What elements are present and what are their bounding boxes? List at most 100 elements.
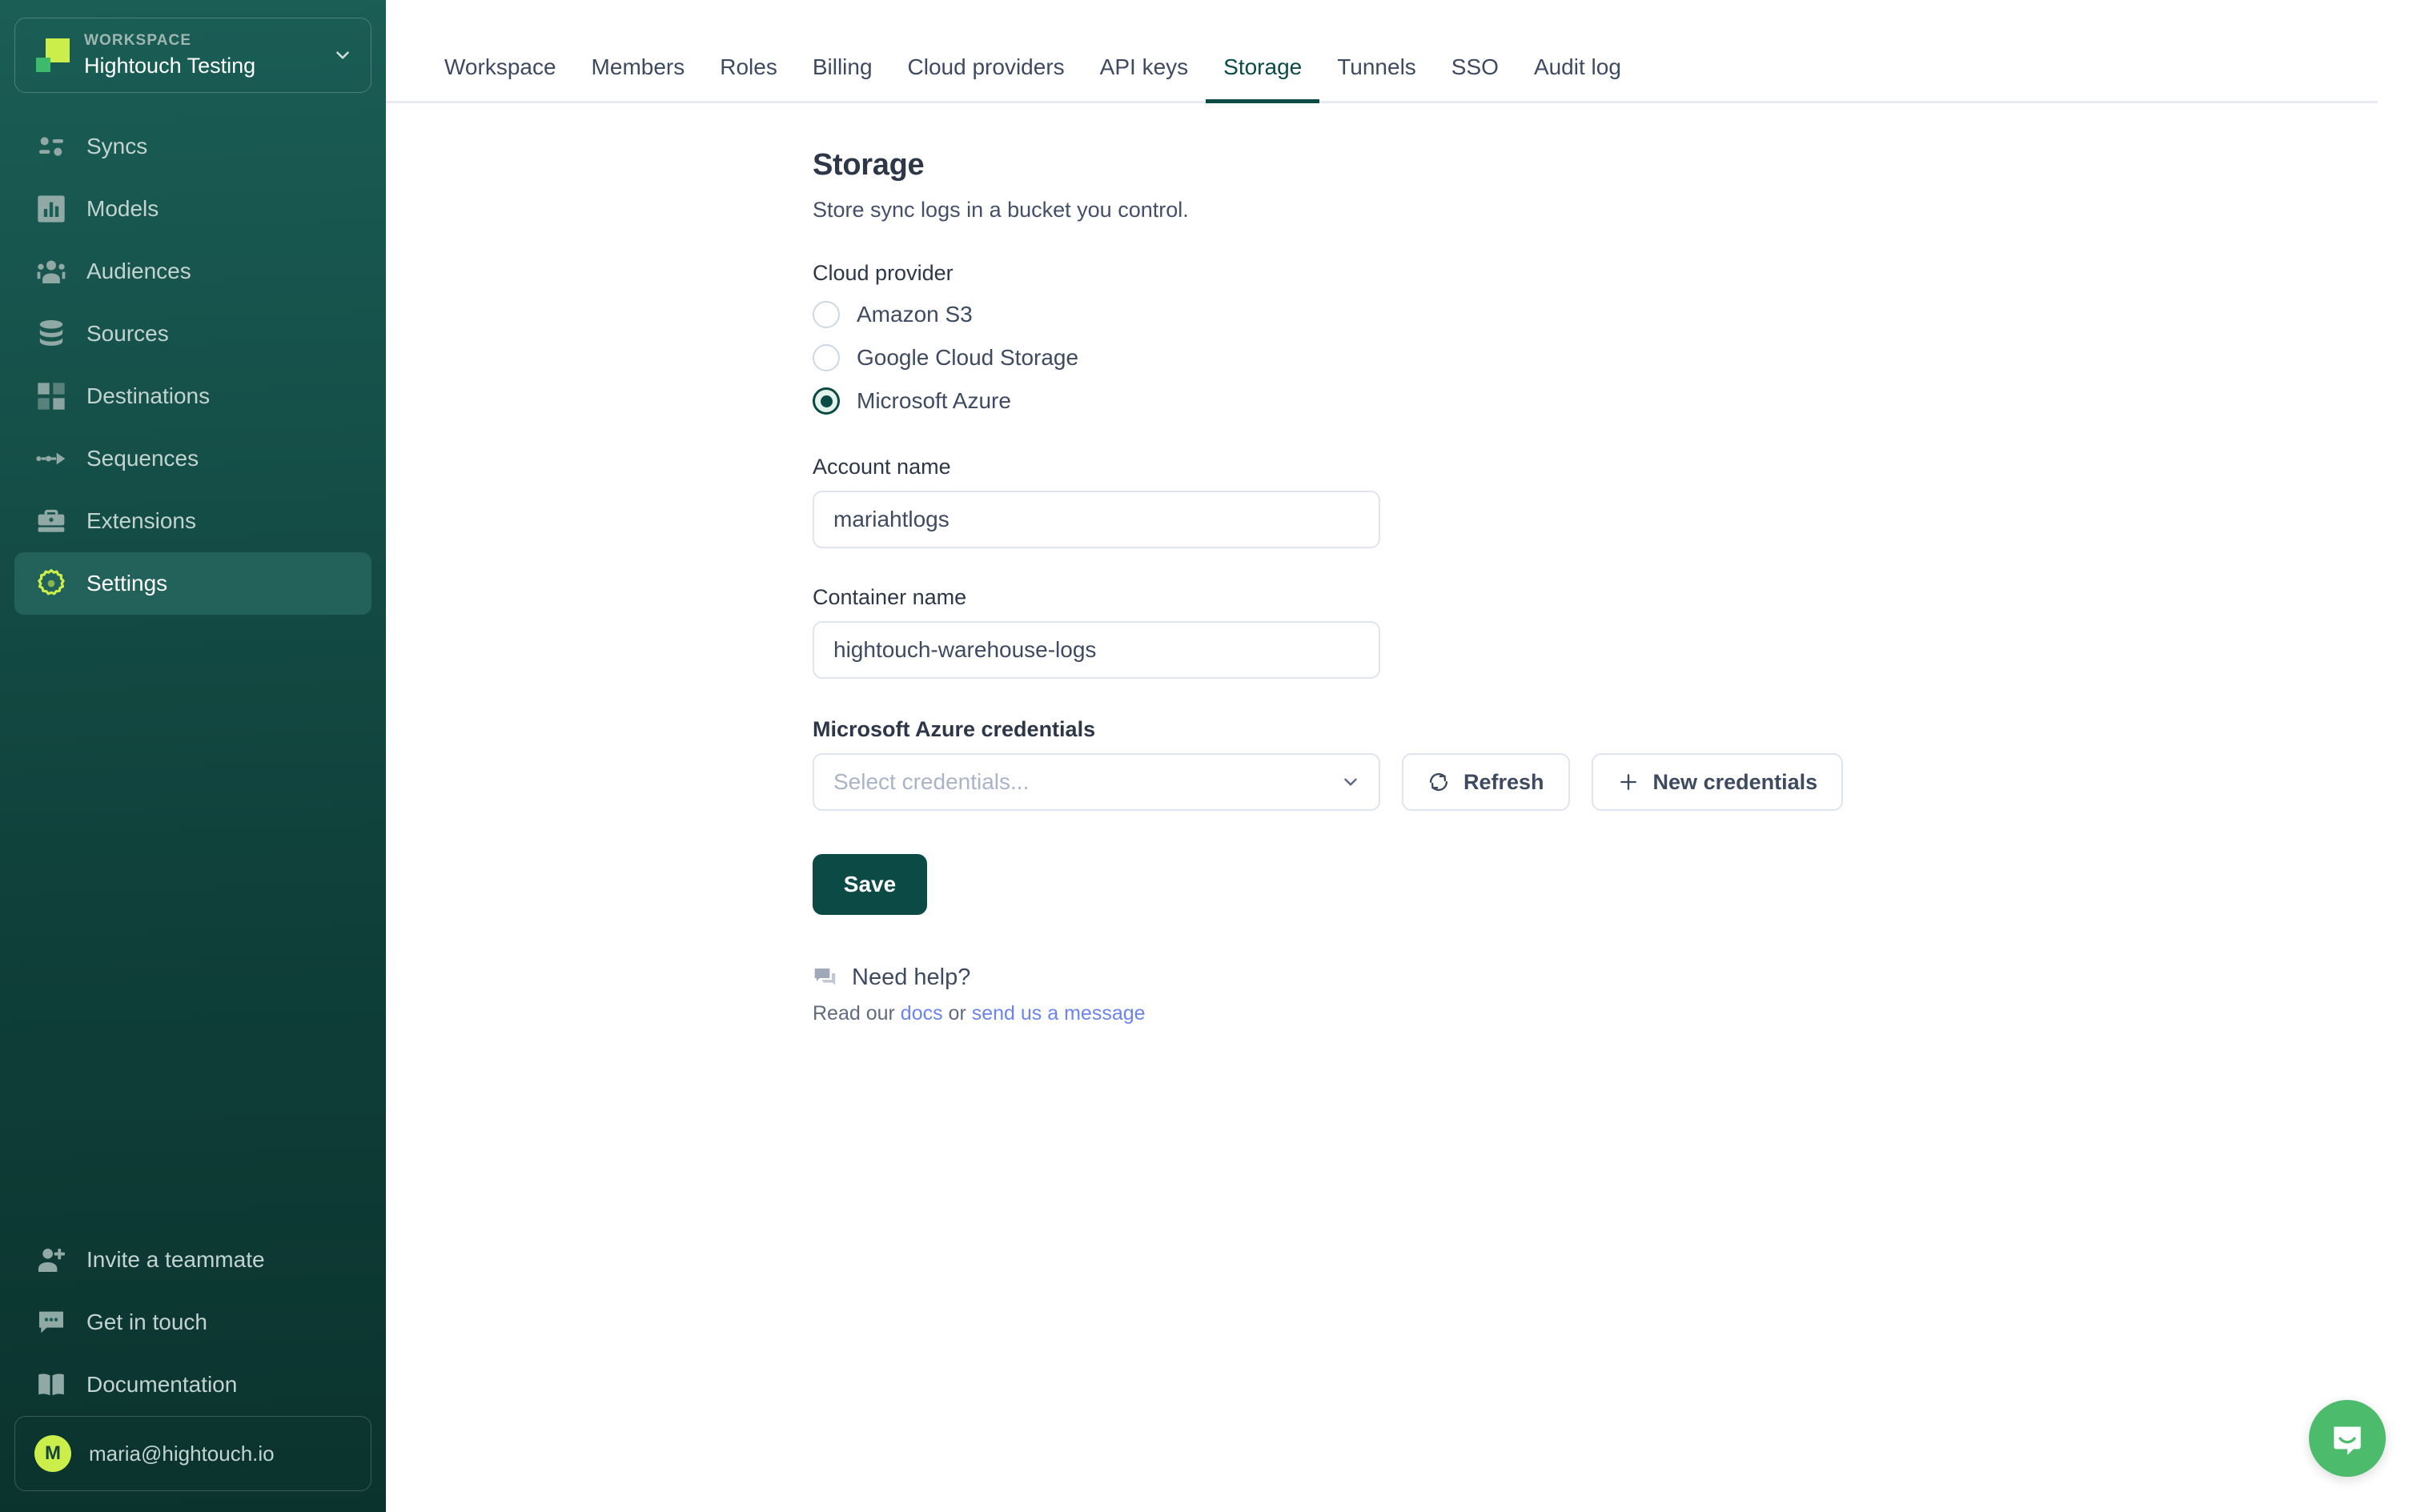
radio-google-cloud-storage[interactable]: Google Cloud Storage <box>813 341 2421 375</box>
new-credentials-button-label: New credentials <box>1652 769 1818 794</box>
sources-icon <box>35 318 67 350</box>
need-help-text: Read our docs or send us a message <box>813 1002 2421 1025</box>
workspace-selector[interactable]: WORKSPACE Hightouch Testing <box>14 18 371 93</box>
radio-microsoft-azure[interactable]: Microsoft Azure <box>813 384 2421 418</box>
account-name-input[interactable] <box>813 491 1380 548</box>
sidebar-item-get-in-touch[interactable]: Get in touch <box>14 1291 371 1354</box>
user-email: maria@hightouch.io <box>89 1441 275 1466</box>
workspace-text: WORKSPACE Hightouch Testing <box>84 32 332 78</box>
gear-icon <box>35 568 67 600</box>
extensions-icon <box>35 505 67 537</box>
account-name-label: Account name <box>813 455 951 479</box>
tab-audit-log[interactable]: Audit log <box>1516 56 1639 103</box>
sidebar-item-label: Sequences <box>86 446 199 471</box>
sidebar-item-label: Documentation <box>86 1372 238 1397</box>
sidebar-item-label: Models <box>86 196 159 221</box>
avatar: M <box>34 1435 71 1472</box>
need-help-title: Need help? <box>852 965 971 990</box>
tab-api-keys[interactable]: API keys <box>1082 56 1206 103</box>
radio-label: Microsoft Azure <box>857 388 1011 413</box>
sidebar-item-invite-a-teammate[interactable]: Invite a teammate <box>14 1229 371 1291</box>
primary-nav: Syncs Models Audiences Sources Destinati… <box>14 115 371 615</box>
sidebar-item-sources[interactable]: Sources <box>14 303 371 365</box>
page-title: Storage <box>813 148 925 182</box>
need-help-section: Need help? Read our docs or send us a me… <box>813 965 2421 1025</box>
radio-circle-icon[interactable] <box>813 301 840 328</box>
secondary-nav: Invite a teammate Get in touch Documenta… <box>14 1229 371 1506</box>
sidebar-item-label: Destinations <box>86 383 211 408</box>
sidebar-item-label: Audiences <box>86 259 191 283</box>
models-icon <box>35 193 67 225</box>
container-name-label: Container name <box>813 585 967 609</box>
audiences-icon <box>35 255 67 287</box>
sidebar-item-sequences[interactable]: Sequences <box>14 427 371 490</box>
tab-storage[interactable]: Storage <box>1206 56 1320 103</box>
refresh-button-label: Refresh <box>1463 769 1544 794</box>
storage-settings-panel: Storage Store sync logs in a bucket you … <box>386 103 2421 1025</box>
sidebar-item-label: Sources <box>86 321 169 346</box>
workspace-name: Hightouch Testing <box>84 54 256 78</box>
sidebar-item-label: Extensions <box>86 508 196 533</box>
plus-icon <box>1617 771 1640 793</box>
sidebar: WORKSPACE Hightouch Testing Syncs Models <box>0 0 386 1512</box>
radio-circle-checked-icon[interactable] <box>813 387 840 415</box>
tab-tunnels[interactable]: Tunnels <box>1319 56 1434 103</box>
sequences-icon <box>35 443 67 475</box>
main-content: Workspace Members Roles Billing Cloud pr… <box>386 0 2421 1512</box>
intercom-messenger-icon <box>2327 1418 2368 1459</box>
sidebar-item-extensions[interactable]: Extensions <box>14 490 371 552</box>
app-root: WORKSPACE Hightouch Testing Syncs Models <box>0 0 2421 1512</box>
new-credentials-button[interactable]: New credentials <box>1591 753 1844 811</box>
credentials-select-placeholder: Select credentials... <box>833 769 1030 794</box>
page-subtitle: Store sync logs in a bucket you control. <box>813 198 1189 222</box>
user-plus-icon <box>35 1244 67 1276</box>
chat-bubble-icon <box>813 965 838 991</box>
sidebar-item-label: Invite a teammate <box>86 1247 265 1272</box>
tab-members[interactable]: Members <box>574 56 703 103</box>
tab-workspace[interactable]: Workspace <box>427 56 574 103</box>
sidebar-item-settings[interactable]: Settings <box>14 552 371 615</box>
credentials-row: Select credentials... Refresh New creden… <box>813 753 2421 811</box>
sidebar-item-label: Settings <box>86 571 168 596</box>
settings-tabbar: Workspace Members Roles Billing Cloud pr… <box>386 0 2378 103</box>
container-name-input[interactable] <box>813 621 1380 679</box>
sidebar-item-syncs[interactable]: Syncs <box>14 115 371 178</box>
cloud-provider-label: Cloud provider <box>813 261 954 285</box>
sidebar-item-label: Get in touch <box>86 1309 207 1334</box>
sidebar-item-models[interactable]: Models <box>14 178 371 240</box>
chevron-down-icon <box>1340 772 1361 792</box>
destinations-icon <box>35 380 67 412</box>
workspace-label: WORKSPACE <box>84 32 192 49</box>
chat-icon <box>35 1306 67 1338</box>
radio-label: Google Cloud Storage <box>857 345 1079 370</box>
hightouch-logo-icon <box>34 37 71 74</box>
refresh-button[interactable]: Refresh <box>1402 753 1570 811</box>
sidebar-item-documentation[interactable]: Documentation <box>14 1354 371 1416</box>
save-button[interactable]: Save <box>813 854 927 915</box>
tab-billing[interactable]: Billing <box>795 56 890 103</box>
sidebar-item-audiences[interactable]: Audiences <box>14 240 371 303</box>
send-us-a-message-link[interactable]: send us a message <box>972 1002 1146 1025</box>
cloud-provider-radio-group: Amazon S3 Google Cloud Storage Microsoft… <box>813 298 2421 418</box>
radio-amazon-s3[interactable]: Amazon S3 <box>813 298 2421 331</box>
book-icon <box>35 1369 67 1401</box>
need-help-middle: or <box>942 1002 972 1025</box>
docs-link[interactable]: docs <box>901 1002 943 1025</box>
intercom-messenger-button[interactable] <box>2309 1400 2386 1477</box>
refresh-icon <box>1427 771 1450 793</box>
need-help-header: Need help? <box>813 965 2421 991</box>
credentials-select[interactable]: Select credentials... <box>813 753 1380 811</box>
need-help-prefix: Read our <box>813 1002 901 1025</box>
tab-sso[interactable]: SSO <box>1434 56 1516 103</box>
user-account-button[interactable]: M maria@hightouch.io <box>14 1416 371 1491</box>
sidebar-item-label: Syncs <box>86 134 148 158</box>
radio-circle-icon[interactable] <box>813 344 840 371</box>
sidebar-item-destinations[interactable]: Destinations <box>14 365 371 427</box>
radio-label: Amazon S3 <box>857 302 973 327</box>
tab-cloud-providers[interactable]: Cloud providers <box>890 56 1082 103</box>
chevron-down-icon <box>332 45 353 66</box>
syncs-icon <box>35 130 67 162</box>
tab-roles[interactable]: Roles <box>702 56 795 103</box>
credentials-label: Microsoft Azure credentials <box>813 717 1096 741</box>
